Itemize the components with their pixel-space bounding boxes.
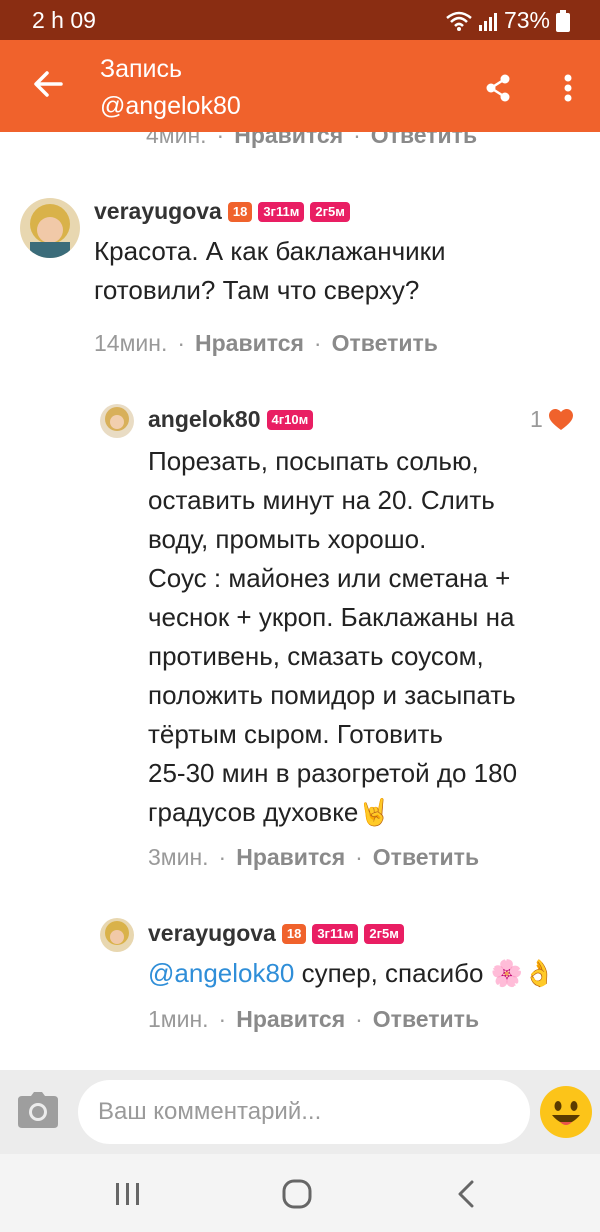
- like-button[interactable]: Нравится: [234, 132, 343, 148]
- like-count: 1: [530, 406, 543, 432]
- home-icon: [282, 1179, 312, 1209]
- back-arrow-icon: [34, 71, 63, 97]
- recents-button[interactable]: [108, 1174, 148, 1214]
- share-button[interactable]: [476, 66, 520, 110]
- age-badge: 18: [281, 923, 307, 944]
- comments-feed[interactable]: 4мин. · Нравится · Ответить verayugova 18 3г…: [0, 132, 600, 1070]
- reply-button[interactable]: Ответить: [373, 844, 479, 870]
- comment-author[interactable]: verayugova 18 3г11м 2г5м: [148, 920, 404, 947]
- comment-author[interactable]: angelok80 4г10м: [148, 406, 314, 433]
- comment-time: 1мин.: [148, 1006, 209, 1032]
- attach-photo-button[interactable]: [18, 1092, 58, 1132]
- status-time: 2 h 09: [32, 7, 96, 33]
- comment-time: 14мин.: [94, 330, 168, 356]
- avatar[interactable]: [100, 918, 134, 952]
- camera-icon: [18, 1092, 58, 1128]
- comment-author[interactable]: verayugova 18 3г11м 2г5м: [94, 198, 350, 225]
- member-badge: 2г5м: [310, 201, 350, 222]
- member-badge: 4г10м: [266, 409, 314, 430]
- recents-icon: [116, 1183, 139, 1205]
- battery-icon: [556, 9, 570, 32]
- signal-icon: [478, 12, 497, 31]
- more-options-button[interactable]: [548, 66, 588, 110]
- back-icon: [458, 1180, 474, 1208]
- comment-actions: 4мин. · Нравится · Ответить: [146, 132, 477, 149]
- heart-icon: [548, 408, 573, 430]
- comment-actions: 14мин. · Нравится · Ответить: [94, 330, 438, 356]
- page-title: Запись: [100, 55, 183, 83]
- comment-input-bar: [0, 1070, 600, 1154]
- comment-input[interactable]: [78, 1080, 530, 1144]
- age-badge: 18: [227, 201, 253, 222]
- user-mention[interactable]: @angelok80: [148, 958, 294, 988]
- emoji-button[interactable]: [540, 1086, 592, 1138]
- comment-time: 3мин.: [148, 844, 209, 870]
- like-counter[interactable]: 1: [530, 406, 573, 433]
- comment-time: 4мин.: [146, 132, 207, 148]
- system-nav-bar: [0, 1154, 600, 1232]
- emoji-icon: [540, 1086, 592, 1138]
- reply-button[interactable]: Ответить: [373, 1006, 479, 1032]
- app-bar: Запись @angelok80: [0, 40, 600, 132]
- comment-actions: 1мин. · Нравится · Ответить: [148, 1006, 480, 1032]
- reply-button[interactable]: Ответить: [371, 132, 477, 148]
- home-button[interactable]: [277, 1174, 317, 1214]
- like-button[interactable]: Нравится: [236, 844, 345, 870]
- like-button[interactable]: Нравится: [236, 1006, 345, 1032]
- wifi-icon: [446, 11, 472, 31]
- avatar[interactable]: [20, 198, 80, 258]
- more-vert-icon: [564, 74, 572, 102]
- comment-actions: 3мин. · Нравится · Ответить: [148, 844, 480, 870]
- username[interactable]: angelok80: [148, 406, 261, 433]
- reply-button[interactable]: Ответить: [332, 330, 438, 356]
- status-bar: 2 h 09 73%: [0, 0, 600, 40]
- comment-text: Красота. А как баклажанчики готовили? Та…: [94, 236, 446, 305]
- member-badge: 3г11м: [258, 201, 305, 222]
- avatar[interactable]: [100, 404, 134, 438]
- comment-text: Порезать, посыпать солью, оставить минут…: [148, 446, 518, 827]
- share-icon: [486, 74, 510, 102]
- username[interactable]: verayugova: [94, 198, 222, 225]
- system-back-button[interactable]: [446, 1174, 486, 1214]
- username[interactable]: verayugova: [148, 920, 276, 947]
- battery-percent: 73%: [503, 7, 550, 33]
- status-indicators: 73%: [446, 7, 570, 34]
- member-badge: 2г5м: [364, 923, 404, 944]
- page-subtitle: @angelok80: [100, 92, 241, 120]
- back-button[interactable]: [26, 62, 70, 106]
- comment-text: @angelok80 супер, спасибо 🌸👌: [148, 958, 556, 988]
- member-badge: 3г11м: [312, 923, 359, 944]
- like-button[interactable]: Нравится: [195, 330, 304, 356]
